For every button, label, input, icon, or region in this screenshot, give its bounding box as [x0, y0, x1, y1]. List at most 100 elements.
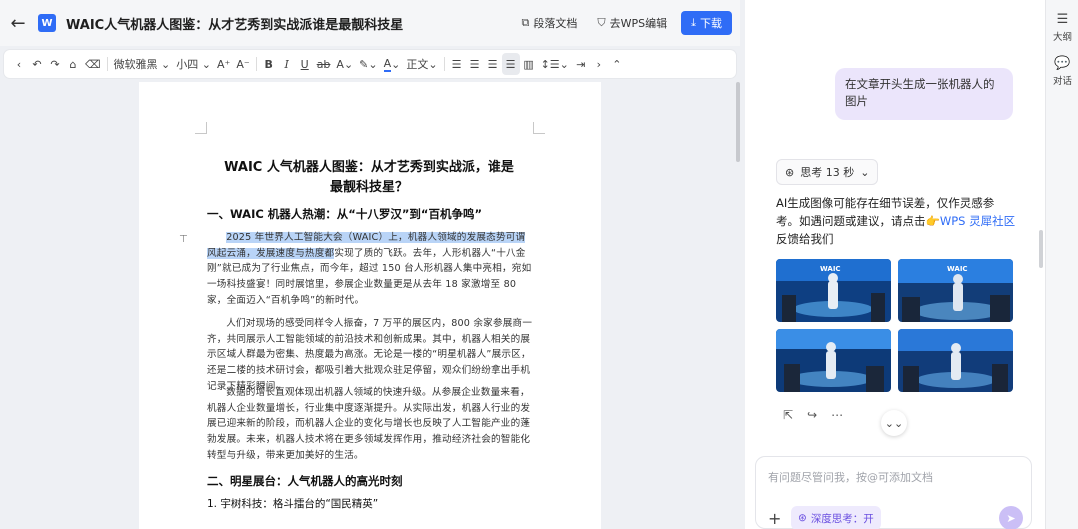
robot-stage-image — [898, 329, 1013, 392]
download-icon: ⤓ — [691, 16, 696, 29]
section-heading-2: 二、明星展台：人气机器人的高光时刻 — [207, 474, 403, 488]
rail-chat-label: 对话 — [1052, 76, 1072, 87]
ai-pane-scrollbar[interactable] — [1039, 230, 1043, 268]
robot-stage-image: WAIC — [776, 259, 891, 322]
title-bar-actions: ⧉ 段落文档 ⛉ 去WPS编辑 ⤓ 下载 — [516, 0, 732, 46]
chat-bubble-icon: 💬 — [1054, 56, 1071, 71]
deep-think-label: 深度思考：开 — [810, 512, 874, 525]
paragraph-2[interactable]: 人们对现场的感受同样令人振奋，7 万平的展区内，800 余家参展商一齐，共同展示… — [207, 316, 533, 395]
document-scrollbar[interactable] — [736, 82, 740, 162]
reply-actions: ⇱ ↪ ⋯ — [783, 408, 843, 422]
collapse-toolbar-icon[interactable]: ⌃ — [608, 53, 626, 75]
italic-icon[interactable]: I — [278, 53, 296, 75]
scroll-right-icon[interactable]: › — [590, 53, 608, 75]
send-icon: ➤ — [1006, 511, 1016, 525]
align-left-icon[interactable]: ☰ — [448, 53, 466, 75]
document-heading: WAIC 人气机器人图鉴：从才艺秀到实战派，谁是最靓科技星？ — [224, 160, 514, 195]
ai-reply: AI生成图像可能存在细节误差，仅作灵感参考。如遇问题或建议，请点击👉WPS 灵犀… — [776, 194, 1016, 248]
document-pane: ← W WAIC人气机器人图鉴：从才艺秀到实战派谁是最靓科技星 ⧉ 段落文档 ⛉… — [0, 0, 740, 529]
doc-outline-icon: ⧉ — [521, 16, 530, 29]
download-button[interactable]: ⤓ 下载 — [681, 11, 732, 35]
title-bar: ← W WAIC人气机器人图鉴：从才艺秀到实战派谁是最靓科技星 ⧉ 段落文档 ⛉… — [0, 0, 740, 46]
font-family-value: 微软雅黑 — [113, 58, 158, 71]
bold-icon[interactable]: B — [260, 53, 278, 75]
redo-icon[interactable]: ↷ — [46, 53, 64, 75]
waic-brand: WAIC — [820, 265, 841, 273]
margin-corner-mark — [195, 122, 207, 134]
download-label: 下载 — [700, 17, 722, 30]
generated-image[interactable] — [898, 329, 1013, 392]
subsection-heading: 1. 宇树科技：格斗擂台的“国民精英” — [207, 498, 379, 510]
paragraph-3[interactable]: 数据的增长直观体现出机器人领域的快速升级。从参展企业数量来看，机器人企业数量增长… — [207, 385, 533, 464]
paragraph-style-value: 正文 — [406, 58, 429, 71]
community-link[interactable]: WPS 灵犀社区 — [940, 214, 1015, 228]
robot-stage-image: WAIC — [898, 259, 1013, 322]
toolbar-divider — [255, 57, 257, 71]
line-spacing-icon[interactable]: ↕☰⌄ — [538, 53, 572, 75]
outline-icon: ☰ — [1056, 12, 1069, 27]
rail-outline[interactable]: ☰ 大纲 — [1046, 12, 1078, 43]
indent-icon[interactable]: ⇥ — [572, 53, 590, 75]
rail-outline-label: 大纲 — [1052, 32, 1072, 43]
align-justify-icon[interactable]: ☰ — [501, 53, 520, 75]
composer-placeholder[interactable]: 有问题尽管问我，按@可添加文档 — [768, 469, 933, 485]
margin-corner-mark — [533, 122, 545, 134]
deep-think-icon: ⊛ — [798, 512, 807, 524]
shield-icon: ⛉ — [597, 16, 606, 29]
section-heading-1: 一、WAIC 机器人热潮：从“十八罗汉”到“百机争鸣” — [207, 207, 483, 221]
paragraph-1[interactable]: 2025 年世界人工智能大会（WAIC）上，机器人领域的发展态势可谓风起云涌，发… — [207, 230, 533, 309]
format-painter-icon[interactable]: ⌂ — [64, 53, 82, 75]
increase-font-icon[interactable]: A⁺ — [214, 53, 233, 75]
user-message: 在文章开头生成一张机器人的图片 — [835, 68, 1013, 120]
font-family-select[interactable]: 微软雅黑 ⌄ — [111, 53, 174, 75]
align-right-icon[interactable]: ☰ — [484, 53, 502, 75]
toolbar-divider — [443, 57, 445, 71]
paragraph-doc-label: 段落文档 — [533, 17, 578, 30]
deep-think-toggle[interactable]: ⊛ 深度思考：开 — [791, 506, 881, 529]
decrease-font-icon[interactable]: A⁻ — [233, 53, 252, 75]
underline-icon[interactable]: U — [296, 53, 314, 75]
document-page[interactable]: WAIC 人气机器人图鉴：从才艺秀到实战派，谁是最靓科技星？ 一、WAIC 机器… — [139, 82, 601, 529]
text-effect-icon[interactable]: A⌄ — [333, 53, 356, 75]
more-icon[interactable]: ⋯ — [831, 408, 843, 422]
send-button[interactable]: ➤ — [999, 506, 1023, 529]
font-color-icon[interactable]: A ⌄ — [381, 53, 404, 75]
undo-icon[interactable]: ↶ — [28, 53, 46, 75]
font-size-value: 小四 — [176, 58, 199, 71]
right-rail: ☰ 大纲 💬 对话 — [1045, 0, 1078, 529]
thinking-toggle[interactable]: ⊛ 思考 13 秒 ⌄ — [776, 159, 879, 185]
font-size-select[interactable]: 小四 ⌄ — [173, 53, 214, 75]
generated-image[interactable]: WAIC — [776, 259, 891, 322]
share-icon[interactable]: ↪ — [807, 408, 817, 422]
format-toolbar: ‹ ↶ ↷ ⌂ ⌫ 微软雅黑 ⌄ 小四 ⌄ A⁺ A⁻ B I U ab A⌄ … — [4, 50, 736, 78]
page-viewport[interactable]: WAIC 人气机器人图鉴：从才艺秀到实战派，谁是最靓科技星？ 一、WAIC 机器… — [0, 82, 740, 529]
back-arrow-icon[interactable]: ← — [2, 0, 34, 46]
waic-brand: WAIC — [947, 265, 968, 273]
paragraph-style-select[interactable]: 正文 ⌄ — [403, 53, 440, 75]
distributed-align-icon[interactable]: ▥ — [520, 53, 538, 75]
rail-chat[interactable]: 💬 对话 — [1046, 56, 1078, 87]
robot-stage-image — [776, 329, 891, 392]
ai-reply-tail: 反馈给我们 — [776, 232, 834, 246]
generated-image-grid: WAIC WAIC — [776, 259, 1013, 392]
scroll-down-button[interactable]: ⌄⌄ — [881, 410, 907, 436]
document-title: WAIC人气机器人图鉴：从才艺秀到实战派谁是最靓科技星 — [66, 17, 404, 33]
insert-icon[interactable]: ⇱ — [783, 408, 793, 422]
paragraph-handle-icon[interactable]: ⊤ — [179, 234, 188, 245]
scroll-left-icon[interactable]: ‹ — [10, 53, 28, 75]
paragraph-doc-button[interactable]: ⧉ 段落文档 — [516, 12, 584, 34]
hand-pointer-icon: 👉 — [925, 214, 940, 228]
double-chevron-down-icon: ⌄⌄ — [884, 416, 904, 430]
thinking-icon: ⊛ — [785, 165, 795, 179]
generated-image[interactable] — [776, 329, 891, 392]
add-attachment-icon[interactable]: + — [768, 509, 781, 528]
chat-composer[interactable]: 有问题尽管问我，按@可添加文档 + ⊛ 深度思考：开 ➤ — [755, 456, 1032, 529]
edit-in-wps-button[interactable]: ⛉ 去WPS编辑 — [591, 12, 673, 34]
eraser-icon[interactable]: ⌫ — [82, 53, 104, 75]
toolbar-divider — [106, 57, 108, 71]
generated-image[interactable]: WAIC — [898, 259, 1013, 322]
word-doc-icon: W — [38, 14, 56, 32]
strikethrough-icon[interactable]: ab — [314, 53, 334, 75]
align-center-icon[interactable]: ☰ — [466, 53, 484, 75]
highlight-icon[interactable]: ✎⌄ — [356, 53, 380, 75]
